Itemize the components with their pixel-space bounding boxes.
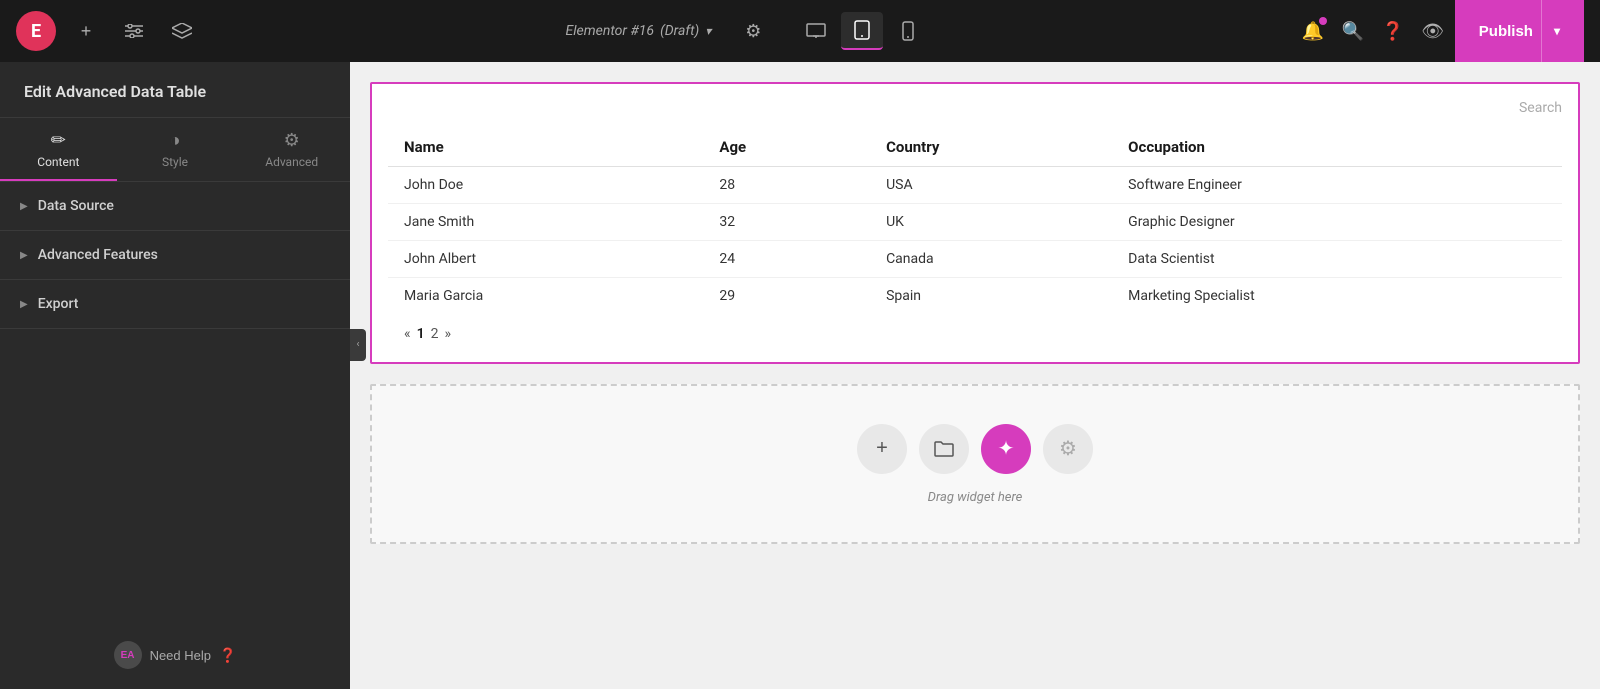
notification-dot <box>1319 17 1327 25</box>
cell-occupation-0: Software Engineer <box>1112 167 1562 204</box>
ea-badge: EA <box>114 641 142 669</box>
export-section: ▶ Export <box>0 280 350 329</box>
tab-advanced-label: Advanced <box>265 155 318 169</box>
magic-button[interactable]: ✦ <box>981 424 1031 474</box>
sidebar-tabs: ✏ Content ◑ Style ⚙ Advanced <box>0 118 350 182</box>
drop-zone[interactable]: + ✦ ⚙ Drag widget here <box>370 384 1580 544</box>
main-layout: Edit Advanced Data Table ✏ Content ◑ Sty… <box>0 62 1600 689</box>
draft-status: (Draft) <box>660 23 699 39</box>
help-circle-icon: ❓ <box>219 647 236 664</box>
cell-age-3: 29 <box>703 278 870 315</box>
advanced-features-label: Advanced Features <box>38 247 158 263</box>
data-source-header[interactable]: ▶ Data Source <box>0 182 350 230</box>
notifications-button[interactable]: 🔔 <box>1295 13 1331 49</box>
style-tab-icon: ◑ <box>170 130 181 151</box>
sidebar: Edit Advanced Data Table ✏ Content ◑ Sty… <box>0 62 350 689</box>
template-folder-button[interactable] <box>919 424 969 474</box>
cell-name-3: Maria Garcia <box>388 278 703 315</box>
search-row: Search <box>388 100 1562 128</box>
tab-advanced[interactable]: ⚙ Advanced <box>233 118 350 181</box>
add-widget-button[interactable]: + <box>857 424 907 474</box>
pagination-page-2[interactable]: 2 <box>431 326 439 342</box>
tab-style[interactable]: ◑ Style <box>117 118 234 181</box>
data-table: Name Age Country Occupation John Doe 28 … <box>388 128 1562 314</box>
cell-occupation-2: Data Scientist <box>1112 241 1562 278</box>
pagination-page-1[interactable]: 1 <box>417 326 425 342</box>
cell-name-1: Jane Smith <box>388 204 703 241</box>
topbar-right: 🔔 🔍 ❓ 👁 Publish ▾ <box>1295 0 1584 62</box>
advanced-features-arrow: ▶ <box>20 250 28 261</box>
table-header: Name Age Country Occupation <box>388 128 1562 167</box>
data-source-label: Data Source <box>38 198 114 214</box>
cell-age-2: 24 <box>703 241 870 278</box>
settings-button[interactable]: ⚙ <box>735 13 771 49</box>
publish-chevron[interactable]: ▾ <box>1541 0 1560 62</box>
add-button[interactable]: + <box>68 13 104 49</box>
table-widget[interactable]: Search Name Age Country Occupation John … <box>370 82 1580 364</box>
cell-country-2: Canada <box>870 241 1112 278</box>
export-header[interactable]: ▶ Export <box>0 280 350 328</box>
tab-content-label: Content <box>37 155 79 169</box>
help-button[interactable]: ❓ <box>1375 13 1411 49</box>
col-header-occupation: Occupation <box>1112 128 1562 167</box>
tab-style-label: Style <box>162 155 188 169</box>
advanced-tab-icon: ⚙ <box>284 130 300 151</box>
cell-occupation-3: Marketing Specialist <box>1112 278 1562 315</box>
col-header-age: Age <box>703 128 870 167</box>
search-placeholder: Search <box>1519 100 1562 116</box>
col-header-country: Country <box>870 128 1112 167</box>
elementor-logo[interactable]: E <box>16 11 56 51</box>
need-help-button[interactable]: EA Need Help ❓ <box>114 641 237 669</box>
cell-country-0: USA <box>870 167 1112 204</box>
cell-country-3: Spain <box>870 278 1112 315</box>
tablet-view-button[interactable] <box>841 12 883 50</box>
pagination-next[interactable]: » <box>444 326 451 342</box>
table-row: John Doe 28 USA Software Engineer <box>388 167 1562 204</box>
cell-age-1: 32 <box>703 204 870 241</box>
table-body: John Doe 28 USA Software Engineer Jane S… <box>388 167 1562 315</box>
pagination-prev[interactable]: « <box>404 326 411 342</box>
sidebar-footer: EA Need Help ❓ <box>0 621 350 689</box>
drop-zone-buttons: + ✦ ⚙ <box>857 424 1093 474</box>
canvas: Search Name Age Country Occupation John … <box>350 62 1600 689</box>
cell-country-1: UK <box>870 204 1112 241</box>
table-row: Jane Smith 32 UK Graphic Designer <box>388 204 1562 241</box>
customize-button[interactable] <box>116 13 152 49</box>
mobile-view-button[interactable] <box>887 12 929 50</box>
content-tab-icon: ✏ <box>51 130 66 151</box>
table-header-row: Name Age Country Occupation <box>388 128 1562 167</box>
table-row: Maria Garcia 29 Spain Marketing Speciali… <box>388 278 1562 315</box>
search-button[interactable]: 🔍 <box>1335 13 1371 49</box>
topbar: E + Elementor #16 (Draft) ▾ ⚙ <box>0 0 1600 62</box>
ai-button[interactable]: ⚙ <box>1043 424 1093 474</box>
sidebar-collapse-handle[interactable]: ‹ <box>350 329 366 361</box>
export-arrow: ▶ <box>20 299 28 310</box>
col-header-name: Name <box>388 128 703 167</box>
data-source-arrow: ▶ <box>20 201 28 212</box>
desktop-view-button[interactable] <box>795 12 837 50</box>
preview-button[interactable]: 👁 <box>1415 13 1451 49</box>
draft-title[interactable]: Elementor #16 (Draft) ▾ <box>566 23 712 39</box>
view-mode-switcher <box>795 12 929 50</box>
export-label: Export <box>38 296 79 312</box>
cell-name-0: John Doe <box>388 167 703 204</box>
drop-zone-label: Drag widget here <box>928 490 1023 505</box>
cell-occupation-1: Graphic Designer <box>1112 204 1562 241</box>
table-row: John Albert 24 Canada Data Scientist <box>388 241 1562 278</box>
cell-age-0: 28 <box>703 167 870 204</box>
advanced-features-section: ▶ Advanced Features <box>0 231 350 280</box>
sidebar-title: Edit Advanced Data Table <box>0 62 350 118</box>
data-source-section: ▶ Data Source <box>0 182 350 231</box>
draft-chevron: ▾ <box>705 24 711 38</box>
tab-content[interactable]: ✏ Content <box>0 118 117 181</box>
cell-name-2: John Albert <box>388 241 703 278</box>
layers-button[interactable] <box>164 13 200 49</box>
pagination: « 1 2 » <box>388 314 1562 346</box>
publish-button[interactable]: Publish ▾ <box>1455 0 1584 62</box>
need-help-label: Need Help <box>150 648 211 663</box>
topbar-left: E + <box>16 11 200 51</box>
advanced-features-header[interactable]: ▶ Advanced Features <box>0 231 350 279</box>
topbar-center: Elementor #16 (Draft) ▾ ⚙ <box>566 12 930 50</box>
